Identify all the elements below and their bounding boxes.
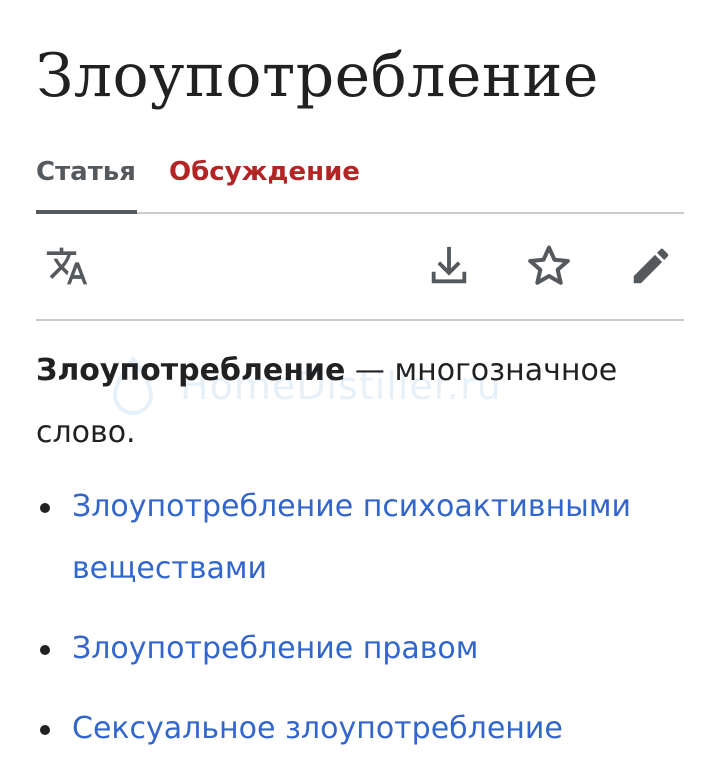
download-button[interactable] [422, 239, 476, 293]
bullet [40, 645, 50, 655]
list-item: Сексуальное злоупотребление [36, 698, 684, 760]
star-icon [525, 242, 573, 290]
disambiguation-list: Злоупотребление психоактивными веществам… [36, 476, 684, 760]
list-item: Злоупотребление психоактивными веществам… [36, 476, 684, 600]
watch-button[interactable] [522, 239, 576, 293]
article-content: Злоупотребление — многозначное слово. Зл… [36, 340, 684, 763]
page-actions-toolbar [36, 213, 684, 321]
translate-icon [45, 244, 89, 288]
bullet [40, 725, 50, 735]
edit-button[interactable] [624, 239, 678, 293]
page-tabs: Статья Обсуждение [36, 150, 684, 214]
lead-paragraph: Злоупотребление — многозначное слово. [36, 340, 684, 464]
link-abuse-of-rights[interactable]: Злоупотребление правом [72, 631, 478, 666]
pencil-icon [628, 243, 674, 289]
lead-term: Злоупотребление [36, 353, 346, 388]
list-item: Злоупотребление правом [36, 618, 684, 680]
bullet [40, 503, 50, 513]
link-sexual-abuse[interactable]: Сексуальное злоупотребление [72, 711, 563, 746]
tab-talk[interactable]: Обсуждение [169, 150, 360, 210]
language-button[interactable] [40, 239, 94, 293]
link-substance-abuse[interactable]: Злоупотребление психоактивными веществам… [72, 489, 631, 586]
page-title: Злоупотребление [36, 41, 599, 111]
tab-article[interactable]: Статья [36, 150, 137, 214]
download-icon [426, 243, 472, 289]
